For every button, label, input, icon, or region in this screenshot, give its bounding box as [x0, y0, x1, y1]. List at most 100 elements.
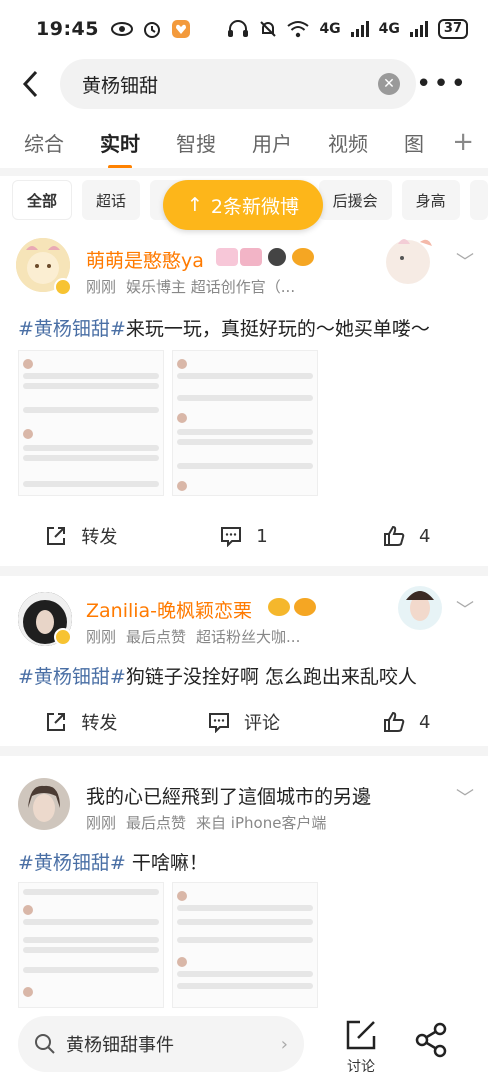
headset-icon — [228, 20, 249, 37]
wifi-icon — [287, 21, 310, 38]
post-meta: 刚刚 最后点赞 来自 iPhone客户端 — [86, 812, 336, 833]
thumbs-up-icon — [383, 711, 405, 732]
post-liked-label: 最后点赞 — [126, 628, 187, 646]
post-card[interactable]: 我的心已經飛到了這個城市的另邊 刚刚 最后点赞 来自 iPhone客户端 ﹀ #黄杨… — [0, 756, 488, 1008]
repost-label: 转发 — [81, 527, 118, 548]
network-type-1: 4G — [319, 21, 341, 37]
bottom-bar: 黄杨钿甜事件 › 讨论 — [0, 1008, 488, 1080]
tab-users[interactable]: 用户 — [252, 128, 292, 157]
comment-button[interactable]: 1 — [163, 525, 326, 547]
post-image[interactable] — [18, 350, 164, 496]
card-decoration-icon — [386, 239, 432, 284]
post-image[interactable] — [172, 350, 318, 496]
comment-button[interactable]: 评论 — [163, 709, 326, 735]
share-icon — [415, 1022, 447, 1058]
avatar-image — [18, 778, 70, 830]
post-time: 刚刚 — [86, 814, 117, 832]
discussion-label: 讨论 — [347, 1059, 375, 1075]
post-card[interactable]: Zanilia-晚枫颖恋栗 刚刚 最后点赞 超话粉丝大咖... ﹀ #黄杨钿甜#狗链… — [0, 576, 488, 746]
app-notification-icon — [171, 20, 190, 38]
badge-icon — [240, 248, 262, 266]
post-meta: 刚刚 最后点赞 超话粉丝大咖... — [86, 626, 310, 647]
new-posts-button[interactable]: ↑ 2条新微博 — [163, 180, 323, 230]
like-count: 4 — [418, 525, 431, 547]
post-card[interactable]: 萌萌是憨憨ya 刚刚 娱乐博主 超话创作官（... ﹀ #黄杨钿甜#来玩一玩，真挺… — [0, 232, 488, 570]
chip-height[interactable]: 身高 — [401, 180, 460, 220]
chevron-down-icon[interactable]: ﹀ — [456, 784, 474, 810]
hashtag-link[interactable]: #黄杨钿甜# — [18, 852, 126, 874]
post-username[interactable]: 我的心已經飛到了這個城市的另邊 — [86, 782, 371, 809]
signal-icon-2 — [409, 21, 428, 37]
panda-icon — [268, 248, 286, 266]
repost-button[interactable]: 转发 — [0, 523, 163, 549]
related-search-button[interactable]: 黄杨钿甜事件 › — [18, 1016, 304, 1072]
tab-comprehensive[interactable]: 综合 — [24, 128, 64, 157]
post-body: 狗链子没拴好啊 怎么跑出来乱咬人 — [125, 666, 417, 688]
divider — [0, 566, 488, 576]
post-body: 干啥嘛！ — [125, 852, 208, 874]
comment-icon — [221, 527, 242, 547]
tab-add-button[interactable]: + — [452, 127, 474, 157]
post-actions: 转发 1 4 — [0, 516, 488, 556]
divider — [0, 746, 488, 756]
hashtag-link[interactable]: #黄杨钿甜# — [18, 318, 126, 340]
fish-icon — [294, 598, 316, 616]
repost-button[interactable]: 转发 — [0, 709, 163, 735]
post-time: 刚刚 — [86, 278, 117, 296]
chevron-right-icon: › — [280, 1033, 288, 1055]
search-header: 黄杨钿甜 ✕ ••• — [0, 56, 488, 112]
avatar[interactable] — [18, 778, 70, 830]
chip-fan-club[interactable]: 后援会 — [318, 180, 392, 220]
thumbs-up-icon — [383, 525, 405, 546]
chip-more[interactable] — [469, 180, 488, 220]
more-options-button[interactable]: ••• — [416, 69, 468, 99]
like-count: 4 — [418, 711, 431, 733]
chevron-down-icon[interactable]: ﹀ — [456, 596, 474, 622]
arrow-up-icon: ↑ — [186, 194, 203, 216]
verified-badge-icon — [54, 278, 72, 296]
chip-super-topic[interactable]: 超话 — [82, 180, 141, 220]
tab-videos[interactable]: 视频 — [328, 128, 368, 157]
repost-icon — [47, 527, 66, 545]
post-image[interactable] — [172, 882, 318, 1008]
tab-realtime[interactable]: 实时 — [100, 128, 140, 157]
mute-icon — [260, 21, 277, 37]
related-search-text: 黄杨钿甜事件 — [66, 1035, 174, 1056]
repost-icon — [47, 713, 66, 731]
signal-icon — [350, 21, 369, 37]
post-username[interactable]: 萌萌是憨憨ya — [86, 246, 204, 273]
chip-all[interactable]: 全部 — [12, 180, 73, 220]
divider — [0, 168, 488, 176]
post-meta: 刚刚 娱乐博主 超话创作官（... — [86, 276, 305, 297]
hashtag-link[interactable]: #黄杨钿甜# — [18, 666, 126, 688]
like-button[interactable]: 4 — [325, 525, 488, 547]
back-arrow-icon — [22, 70, 38, 98]
post-text: #黄杨钿甜#来玩一玩，真挺好玩的～她买单喽～ — [18, 314, 430, 341]
eye-icon — [110, 22, 133, 36]
discussion-button[interactable]: 讨论 — [336, 1018, 386, 1076]
post-username[interactable]: Zanilia-晚枫颖恋栗 — [86, 596, 252, 623]
post-liked-label: 最后点赞 — [126, 814, 187, 832]
fish-icon — [292, 248, 314, 266]
post-text: #黄杨钿甜#狗链子没拴好啊 怎么跑出来乱咬人 — [18, 662, 417, 689]
share-button[interactable] — [414, 1022, 454, 1062]
tab-images[interactable]: 图 — [404, 128, 424, 157]
tab-smart-search[interactable]: 智搜 — [176, 128, 216, 157]
search-input[interactable]: 黄杨钿甜 ✕ — [60, 59, 416, 109]
comment-count: 1 — [256, 525, 268, 547]
like-button[interactable]: 4 — [325, 711, 488, 733]
post-actions: 转发 评论 4 — [0, 702, 488, 742]
alarm-icon — [143, 22, 160, 38]
clear-search-button[interactable]: ✕ — [377, 73, 400, 95]
status-time: 19:45 — [36, 18, 99, 40]
comment-label: 评论 — [244, 713, 280, 734]
post-source: 娱乐博主 超话创作官（... — [126, 278, 296, 296]
badge-icon — [216, 248, 238, 266]
search-tabs: 综合 实时 智搜 用户 视频 图 + — [0, 116, 488, 168]
repost-label: 转发 — [81, 713, 118, 734]
back-button[interactable] — [0, 69, 60, 99]
card-decoration-icon — [398, 586, 442, 630]
chevron-down-icon[interactable]: ﹀ — [456, 248, 474, 274]
post-source: 来自 iPhone客户端 — [196, 814, 327, 832]
post-image[interactable] — [18, 882, 164, 1008]
